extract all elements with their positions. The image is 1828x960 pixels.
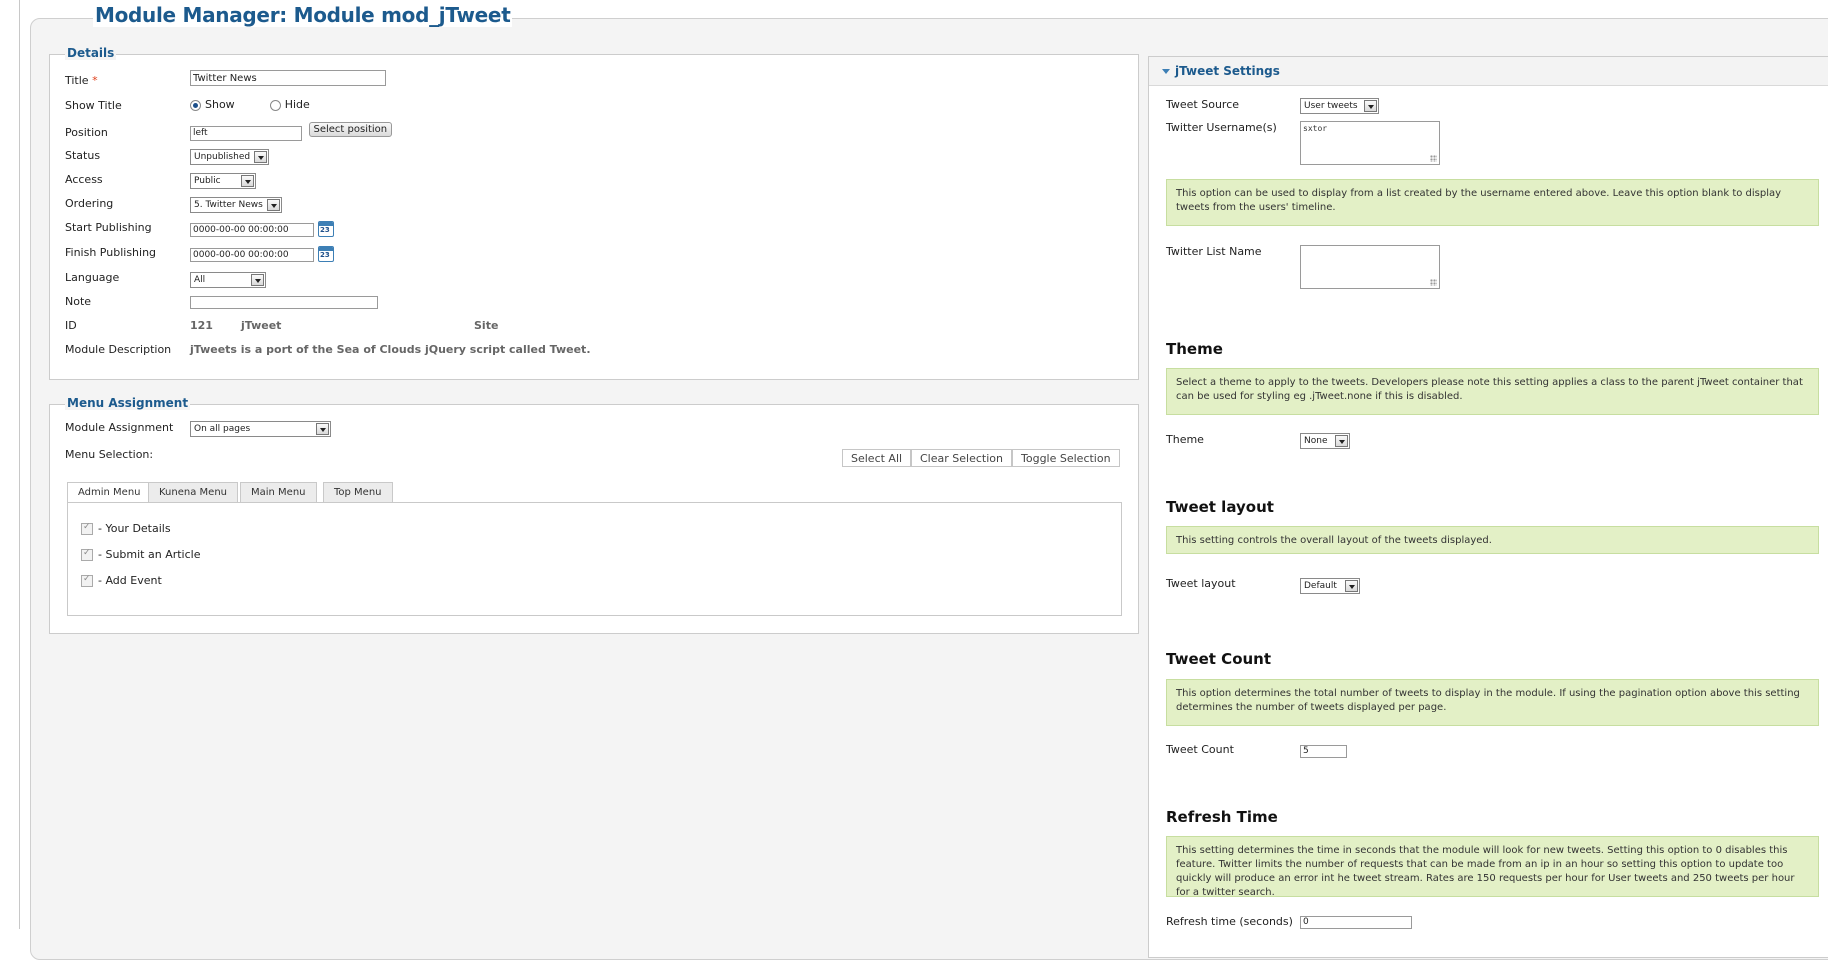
start-publishing-input[interactable] bbox=[190, 223, 314, 237]
module-assignment-label: Module Assignment bbox=[65, 421, 174, 434]
note-input[interactable] bbox=[190, 296, 378, 309]
menu-item[interactable]: - Add Event bbox=[81, 574, 162, 587]
select-all-button[interactable]: Select All bbox=[842, 449, 912, 467]
finish-publishing-label: Finish Publishing bbox=[65, 246, 157, 259]
note-label: Note bbox=[65, 295, 92, 308]
tweet-count-input[interactable] bbox=[1300, 744, 1347, 758]
menu-assignment-fieldset: Menu Assignment Module Assignment On all… bbox=[49, 396, 1139, 634]
theme-label: Theme bbox=[1166, 433, 1204, 446]
show-radio-dot[interactable] bbox=[190, 99, 201, 111]
jtweet-settings-panel: jTweet Settings Tweet Source User tweets… bbox=[1148, 56, 1828, 958]
tweet-layout-label: Tweet layout bbox=[1166, 577, 1236, 590]
menu-item[interactable]: - Submit an Article bbox=[81, 548, 200, 561]
chevron-down-icon[interactable] bbox=[251, 274, 265, 286]
id-value: 121 bbox=[190, 319, 213, 332]
module-description-value: jTweets is a port of the Sea of Clouds j… bbox=[190, 343, 591, 356]
refresh-time-heading: Refresh Time bbox=[1166, 808, 1278, 826]
tweet-source-select[interactable]: User tweets bbox=[1300, 98, 1379, 114]
theme-info-note: Select a theme to apply to the tweets. D… bbox=[1166, 368, 1819, 415]
twitter-usernames-label: Twitter Username(s) bbox=[1166, 121, 1277, 134]
details-fieldset: Details Title * Show Title Show Hide Pos… bbox=[49, 46, 1139, 380]
title-label: Title * bbox=[65, 74, 98, 87]
chevron-down-icon[interactable] bbox=[1363, 100, 1377, 112]
access-label: Access bbox=[65, 173, 103, 186]
menu-assignment-legend: Menu Assignment bbox=[65, 396, 191, 410]
ordering-label: Ordering bbox=[65, 197, 114, 210]
collapse-triangle-icon bbox=[1162, 69, 1170, 74]
theme-heading: Theme bbox=[1166, 340, 1223, 358]
tweet-layout-heading: Tweet layout bbox=[1166, 498, 1274, 516]
tab-kunena-menu[interactable]: Kunena Menu bbox=[148, 482, 238, 502]
chevron-down-icon[interactable] bbox=[254, 151, 268, 163]
client-value: Site bbox=[474, 319, 499, 332]
show-title-label: Show Title bbox=[65, 99, 122, 112]
menu-tabs: Admin Menu Kunena Menu Main Menu Top Men… bbox=[67, 482, 1137, 504]
title-input[interactable] bbox=[190, 70, 386, 86]
jtweet-settings-header[interactable]: jTweet Settings bbox=[1149, 57, 1828, 86]
hide-radio[interactable]: Hide bbox=[269, 98, 310, 111]
show-title-radio-group: Show Hide bbox=[190, 98, 310, 111]
resize-grip-icon[interactable] bbox=[1430, 155, 1437, 162]
tweet-count-heading: Tweet Count bbox=[1166, 650, 1272, 668]
tab-admin-menu[interactable]: Admin Menu bbox=[67, 482, 152, 503]
show-radio[interactable]: Show bbox=[190, 98, 235, 111]
twitter-list-name-label: Twitter List Name bbox=[1166, 245, 1262, 258]
tweet-layout-select[interactable]: Default bbox=[1300, 578, 1360, 594]
position-input[interactable] bbox=[190, 125, 302, 141]
language-select[interactable]: All bbox=[190, 272, 267, 288]
tab-main-menu[interactable]: Main Menu bbox=[240, 482, 317, 502]
calendar-icon[interactable] bbox=[318, 221, 334, 237]
toggle-selection-button[interactable]: Toggle Selection bbox=[1012, 449, 1120, 467]
refresh-time-input[interactable] bbox=[1300, 915, 1412, 929]
resize-grip-icon[interactable] bbox=[1430, 279, 1437, 286]
chevron-down-icon[interactable] bbox=[316, 423, 330, 435]
page-title: Module Manager: Module mod_jTweet bbox=[93, 3, 513, 27]
module-assignment-select[interactable]: On all pages bbox=[190, 421, 332, 437]
select-position-button[interactable]: Select position bbox=[308, 122, 393, 137]
tweet-count-info-note: This option determines the total number … bbox=[1166, 679, 1819, 726]
chevron-down-icon[interactable] bbox=[240, 175, 254, 187]
language-label: Language bbox=[65, 271, 120, 284]
tweet-source-label: Tweet Source bbox=[1166, 98, 1240, 111]
menu-item-checkbox[interactable] bbox=[81, 574, 93, 587]
access-select[interactable]: Public bbox=[190, 173, 256, 189]
chevron-down-icon[interactable] bbox=[1335, 435, 1349, 447]
module-description-label: Module Description bbox=[65, 343, 172, 356]
status-label: Status bbox=[65, 149, 101, 162]
twitter-usernames-textarea[interactable]: sxtor bbox=[1300, 121, 1440, 165]
theme-select[interactable]: None bbox=[1300, 433, 1351, 449]
required-marker: * bbox=[92, 74, 98, 87]
tab-top-menu[interactable]: Top Menu bbox=[323, 482, 393, 502]
twitter-list-name-textarea[interactable] bbox=[1300, 245, 1440, 289]
module-name: jTweet bbox=[241, 319, 282, 332]
menu-item[interactable]: - Your Details bbox=[81, 522, 171, 535]
chevron-down-icon[interactable] bbox=[266, 199, 280, 211]
menu-item-checkbox[interactable] bbox=[81, 548, 93, 561]
position-label: Position bbox=[65, 126, 108, 139]
ordering-select[interactable]: 5. Twitter News bbox=[190, 197, 282, 213]
tweet-count-label: Tweet Count bbox=[1166, 743, 1234, 756]
clear-selection-button[interactable]: Clear Selection bbox=[911, 449, 1012, 467]
refresh-time-label: Refresh time (seconds) bbox=[1166, 915, 1293, 928]
jtweet-settings-title[interactable]: jTweet Settings bbox=[1162, 64, 1280, 78]
calendar-icon[interactable] bbox=[318, 246, 334, 262]
menu-tab-panel: - Your Details - Submit an Article - Add… bbox=[67, 502, 1122, 616]
left-edge-line bbox=[19, 0, 20, 929]
menu-item-checkbox[interactable] bbox=[81, 522, 93, 535]
hide-radio-dot[interactable] bbox=[269, 99, 281, 111]
chevron-down-icon[interactable] bbox=[1344, 580, 1358, 592]
tweet-layout-info-note: This setting controls the overall layout… bbox=[1166, 526, 1819, 554]
finish-publishing-input[interactable] bbox=[190, 248, 314, 262]
details-legend: Details bbox=[65, 46, 117, 60]
selection-button-group: Select All Clear Selection Toggle Select… bbox=[842, 449, 1122, 469]
start-publishing-label: Start Publishing bbox=[65, 221, 152, 234]
menu-selection-label: Menu Selection: bbox=[65, 448, 154, 461]
refresh-time-info-note: This setting determines the time in seco… bbox=[1166, 836, 1819, 898]
list-info-note: This option can be used to display from … bbox=[1166, 179, 1819, 226]
id-label: ID bbox=[65, 319, 77, 332]
status-select[interactable]: Unpublished bbox=[190, 149, 270, 165]
